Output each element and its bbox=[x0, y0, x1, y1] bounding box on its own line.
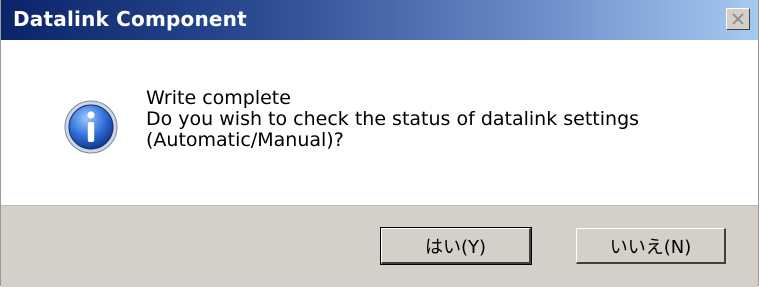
button-bar: はい(Y) いいえ(N) bbox=[1, 205, 758, 287]
message-dialog: Datalink Component Write complete Do you… bbox=[0, 0, 759, 287]
window-title: Datalink Component bbox=[13, 7, 247, 31]
message-line-1: Write complete bbox=[146, 87, 291, 109]
message-line-3: (Automatic/Manual)? bbox=[146, 129, 344, 151]
close-icon bbox=[732, 13, 744, 25]
info-icon bbox=[64, 100, 118, 154]
title-bar[interactable]: Datalink Component bbox=[1, 0, 758, 40]
close-button[interactable] bbox=[726, 8, 750, 30]
message-text: Write complete Do you wish to check the … bbox=[146, 88, 639, 151]
dialog-content: Write complete Do you wish to check the … bbox=[1, 40, 758, 205]
yes-button-label: はい(Y) bbox=[424, 236, 487, 258]
no-button[interactable]: いいえ(N) bbox=[576, 228, 726, 264]
yes-button[interactable]: はい(Y) bbox=[380, 227, 532, 265]
no-button-label: いいえ(N) bbox=[609, 236, 692, 258]
message-line-2: Do you wish to check the status of datal… bbox=[146, 108, 640, 130]
